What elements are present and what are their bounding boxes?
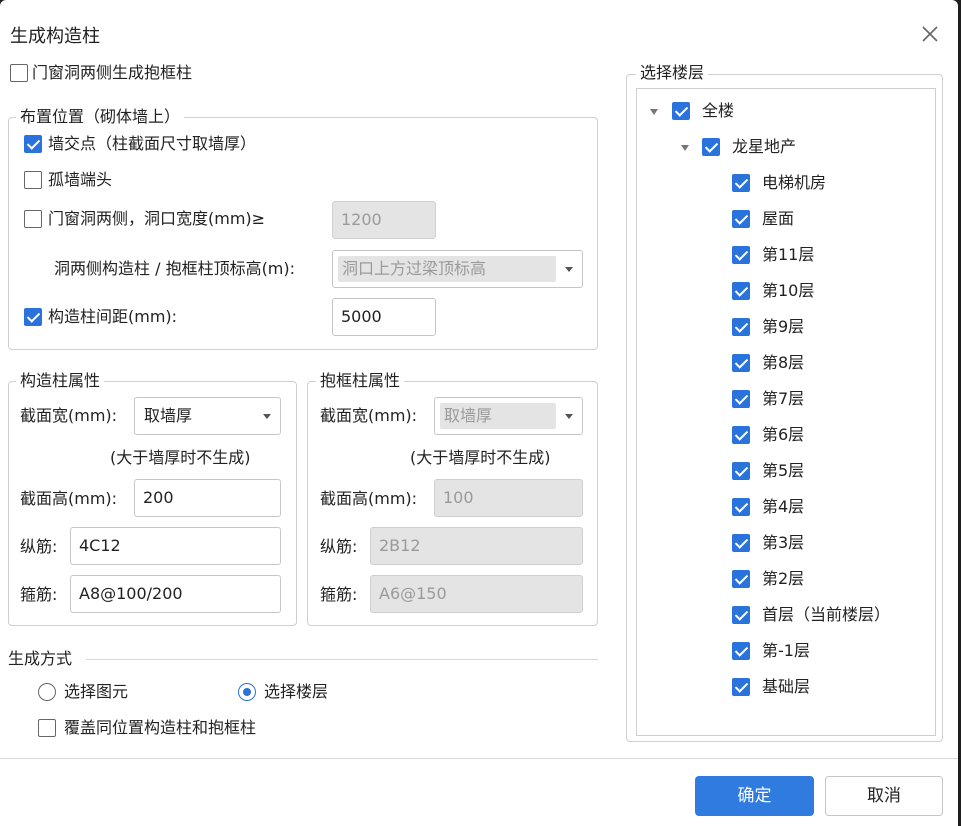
floor-project-label: 龙星地产 <box>732 137 797 156</box>
opening-sides-checkbox[interactable] <box>24 210 42 228</box>
top-elevation-label: 洞两侧构造柱 / 抱框柱顶标高(m): <box>54 259 296 278</box>
floor-item-label: 第9层 <box>762 317 805 336</box>
floor-item-checkbox[interactable] <box>732 318 750 336</box>
column-long-bar-label: 纵筋: <box>20 537 58 556</box>
top-elevation-select[interactable]: 洞口上方过梁顶标高 <box>332 250 583 288</box>
frame-stirrup-label: 箍筋: <box>320 585 358 604</box>
frame-props-legend: 抱框柱属性 <box>316 371 405 391</box>
column-height-label: 截面高(mm): <box>20 489 118 508</box>
select-floor-label: 选择楼层 <box>264 682 329 701</box>
select-floor-radio[interactable] <box>238 683 256 701</box>
floor-item-checkbox[interactable] <box>732 498 750 516</box>
frame-width-label: 截面宽(mm): <box>320 406 418 425</box>
generation-legend: 生成方式 <box>8 649 73 668</box>
floor-item-checkbox[interactable] <box>732 210 750 228</box>
column-width-note: (大于墙厚时不生成) <box>110 448 251 467</box>
floor-item-label: 第11层 <box>762 245 815 264</box>
floor-item-label: 基础层 <box>762 677 811 696</box>
floor-item-checkbox[interactable] <box>732 534 750 552</box>
select-element-radio[interactable] <box>38 683 56 701</box>
floor-item-checkbox[interactable] <box>732 390 750 408</box>
opening-sides-label: 门窗洞两侧，洞口宽度(mm)≥ <box>48 209 266 228</box>
floor-item-checkbox[interactable] <box>732 462 750 480</box>
floor-selection-legend: 选择楼层 <box>636 63 709 83</box>
frame-width-select[interactable]: 取墙厚 <box>434 397 583 435</box>
floor-item-label: 第4层 <box>762 497 805 516</box>
frame-width-note: (大于墙厚时不生成) <box>410 448 551 467</box>
spacing-checkbox[interactable] <box>24 308 42 326</box>
top-elevation-value: 洞口上方过梁顶标高 <box>342 259 487 278</box>
floor-item-checkbox[interactable] <box>732 642 750 660</box>
chevron-down-icon <box>565 267 573 272</box>
spacing-label: 构造柱间距(mm): <box>48 307 178 326</box>
floor-item-label: 第6层 <box>762 425 805 444</box>
isolated-wall-end-label: 孤墙端头 <box>48 170 113 189</box>
overwrite-label: 覆盖同位置构造柱和抱框柱 <box>64 718 257 737</box>
column-long-bar-input[interactable]: 4C12 <box>70 527 281 565</box>
column-height-input[interactable]: 200 <box>134 479 281 517</box>
floor-item-label: 首层（当前楼层） <box>762 605 891 624</box>
floor-item-label: 第5层 <box>762 461 805 480</box>
cancel-button[interactable]: 取消 <box>825 776 943 816</box>
isolated-wall-end-checkbox[interactable] <box>24 171 42 189</box>
frame-long-bar-label: 纵筋: <box>320 537 358 556</box>
floor-item-label: 屋面 <box>762 209 795 228</box>
floor-item-checkbox[interactable] <box>732 606 750 624</box>
floor-item-label: 第2层 <box>762 569 805 588</box>
floor-item-checkbox[interactable] <box>732 246 750 264</box>
expand-arrow-icon[interactable] <box>650 109 658 115</box>
footer-divider <box>0 758 958 759</box>
floor-project-checkbox[interactable] <box>702 138 720 156</box>
column-props-legend: 构造柱属性 <box>16 371 105 391</box>
floor-item-checkbox[interactable] <box>732 570 750 588</box>
generation-divider <box>86 659 598 660</box>
opening-width-input[interactable]: 1200 <box>332 201 436 239</box>
floor-item-label: 第3层 <box>762 533 805 552</box>
floor-item-checkbox[interactable] <box>732 174 750 192</box>
placement-legend: 布置位置（砌体墙上） <box>16 107 185 127</box>
floor-item-label: 第8层 <box>762 353 805 372</box>
floor-item-label: 第10层 <box>762 281 815 300</box>
floor-item-checkbox[interactable] <box>732 354 750 372</box>
frame-height-label: 截面高(mm): <box>320 489 418 508</box>
floor-item-checkbox[interactable] <box>732 678 750 696</box>
expand-arrow-icon[interactable] <box>681 145 689 151</box>
chevron-down-icon <box>263 414 271 419</box>
floor-item-label: 第7层 <box>762 389 805 408</box>
confirm-button[interactable]: 确定 <box>695 776 814 816</box>
select-element-label: 选择图元 <box>64 682 129 701</box>
floor-item-label: 电梯机房 <box>762 173 827 192</box>
spacing-input[interactable]: 5000 <box>332 298 436 336</box>
wall-intersection-checkbox[interactable] <box>24 135 42 153</box>
close-icon[interactable] <box>918 22 942 46</box>
door-window-frame-checkbox[interactable] <box>10 64 28 82</box>
dialog-title: 生成构造柱 <box>10 26 100 47</box>
column-width-label: 截面宽(mm): <box>20 406 118 425</box>
floor-root-checkbox[interactable] <box>672 102 690 120</box>
column-width-select[interactable]: 取墙厚 <box>134 397 281 435</box>
floor-root-label: 全楼 <box>702 101 735 120</box>
overwrite-checkbox[interactable] <box>38 719 56 737</box>
wall-intersection-label: 墙交点（柱截面尺寸取墙厚） <box>48 134 257 153</box>
door-window-frame-label: 门窗洞两侧生成抱框柱 <box>32 63 193 82</box>
floor-item-checkbox[interactable] <box>732 282 750 300</box>
column-stirrup-input[interactable]: A8@100/200 <box>70 575 281 613</box>
column-width-value: 取墙厚 <box>144 406 193 425</box>
floor-item-checkbox[interactable] <box>732 426 750 444</box>
column-stirrup-label: 箍筋: <box>20 585 58 604</box>
chevron-down-icon <box>565 414 573 419</box>
generate-structural-column-dialog: 生成构造柱 门窗洞两侧生成抱框柱 布置位置（砌体墙上） 墙交点（柱截面尺寸取墙厚… <box>0 0 958 826</box>
frame-width-value: 取墙厚 <box>444 406 493 425</box>
frame-height-input[interactable]: 100 <box>434 479 583 517</box>
floor-item-label: 第-1层 <box>762 641 810 660</box>
frame-stirrup-input[interactable]: A6@150 <box>370 575 583 613</box>
frame-long-bar-input[interactable]: 2B12 <box>370 527 583 565</box>
